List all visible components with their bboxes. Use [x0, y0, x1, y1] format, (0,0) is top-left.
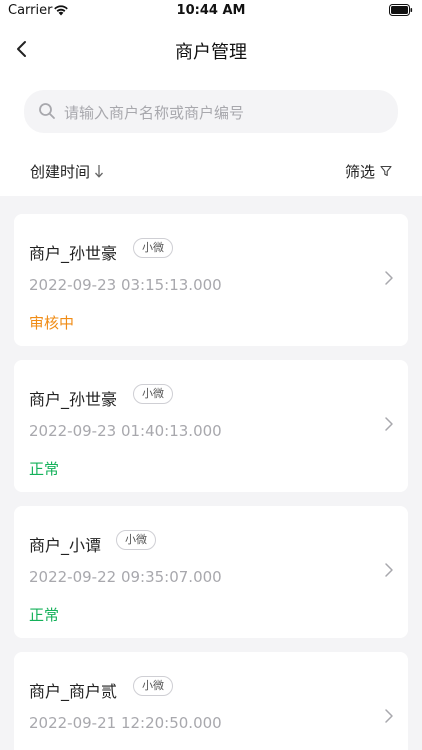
battery-icon [389, 4, 413, 16]
merchant-type-tag: 小微 [133, 676, 173, 696]
chevron-right-icon [385, 271, 393, 285]
search-icon [39, 103, 55, 119]
merchant-status: 审核中 [29, 314, 75, 332]
merchant-name: 商户_孙世豪 [29, 390, 118, 409]
merchant-name: 商户_孙世豪 [29, 244, 118, 263]
filter-label: 筛选 [344, 162, 375, 181]
nav-bar: 商户管理 [0, 28, 422, 72]
merchant-type-tag: 小微 [133, 238, 173, 258]
merchant-card[interactable]: 商户_孙世豪 小微 2022-09-23 01:40:13.000 正常 [14, 360, 408, 492]
merchant-type-tag: 小微 [133, 384, 173, 404]
merchant-list: 商户_孙世豪 小微 2022-09-23 03:15:13.000 审核中 商户… [0, 196, 422, 750]
merchant-card[interactable]: 商户_小谭 小微 2022-09-22 09:35:07.000 正常 [14, 506, 408, 638]
merchant-name: 商户_小谭 [29, 536, 102, 555]
merchant-status: 正常 [29, 460, 60, 478]
merchant-created-time: 2022-09-23 01:40:13.000 [29, 422, 222, 440]
merchant-name: 商户_商户贰 [29, 682, 118, 701]
chevron-right-icon [385, 563, 393, 577]
merchant-status: 正常 [29, 606, 60, 624]
merchant-created-time: 2022-09-23 03:15:13.000 [29, 276, 222, 294]
status-time: 10:44 AM [176, 3, 246, 18]
merchant-card[interactable]: 商户_商户贰 小微 2022-09-21 12:20:50.000 [14, 652, 408, 750]
sort-down-arrow-icon [95, 165, 103, 178]
merchant-type-tag: 小微 [116, 530, 156, 550]
chevron-right-icon [385, 417, 393, 431]
page-title: 商户管理 [175, 42, 247, 63]
search-box[interactable] [24, 90, 398, 135]
merchant-card[interactable]: 商户_孙世豪 小微 2022-09-23 03:15:13.000 审核中 [14, 214, 408, 346]
search-input[interactable] [62, 90, 386, 135]
sort-label: 创建时间 [30, 162, 91, 181]
chevron-right-icon [385, 709, 393, 723]
status-bar: Carrier 10:44 AM [0, 0, 422, 24]
sort-by-created-time-button[interactable]: 创建时间 [30, 160, 104, 182]
merchant-created-time: 2022-09-21 12:20:50.000 [29, 714, 222, 732]
merchant-created-time: 2022-09-22 09:35:07.000 [29, 568, 222, 586]
filter-button[interactable]: 筛选 [345, 160, 392, 182]
funnel-icon [380, 165, 392, 177]
